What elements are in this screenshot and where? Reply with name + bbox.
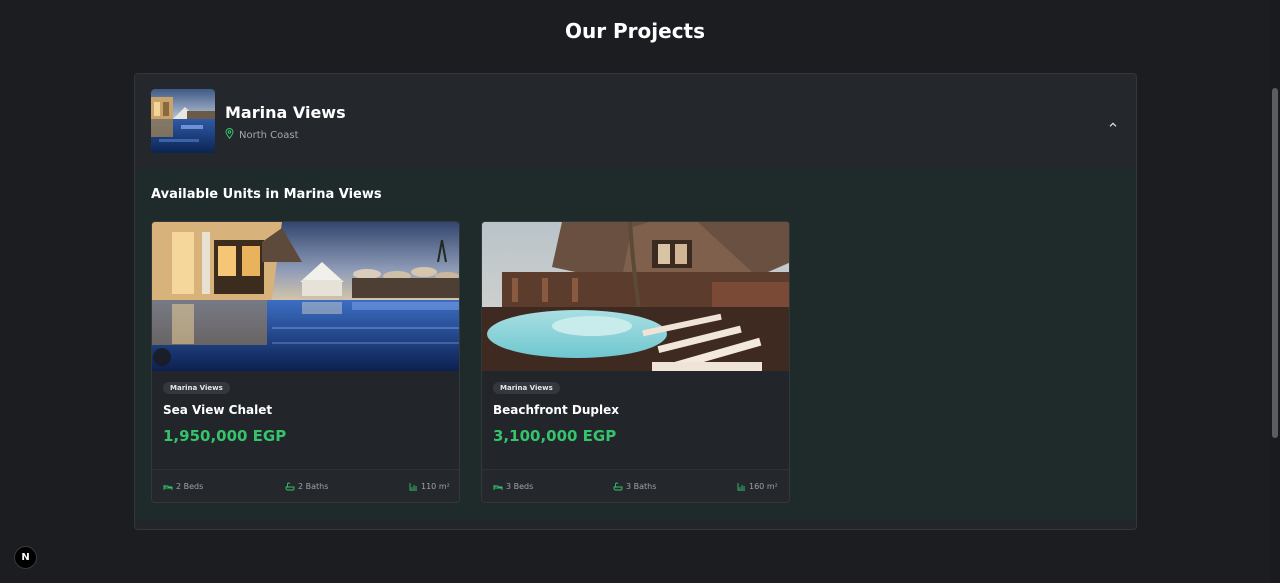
- unit-beds: 3 Beds: [493, 482, 533, 491]
- unit-features: 3 Beds 3 Baths 160 m²: [482, 469, 789, 502]
- page-scrollbar[interactable]: [1270, 0, 1280, 583]
- area-chart-icon: [737, 482, 746, 491]
- unit-price: 1,950,000 EGP: [163, 427, 287, 445]
- area-chart-icon: [409, 482, 418, 491]
- project-name: Marina Views: [225, 103, 346, 122]
- unit-area: 160 m²: [737, 482, 778, 491]
- project-accordion: Marina Views North Coast Available Units…: [134, 73, 1137, 530]
- unit-baths: 3 Baths: [613, 482, 656, 491]
- unit-beds: 2 Beds: [163, 482, 203, 491]
- location-pin-icon: [225, 128, 234, 142]
- unit-baths-label: 3 Baths: [626, 482, 657, 491]
- unit-area-label: 160 m²: [749, 482, 778, 491]
- unit-project-badge: Marina Views: [163, 382, 230, 394]
- project-location: North Coast: [225, 128, 299, 142]
- units-heading: Available Units in Marina Views: [151, 187, 382, 202]
- unit-image: [482, 222, 789, 371]
- project-location-label: North Coast: [239, 129, 299, 141]
- scrollbar-thumb[interactable]: [1272, 88, 1278, 438]
- chevron-up-icon: [1109, 112, 1117, 131]
- unit-baths: 2 Baths: [285, 482, 328, 491]
- unit-title: Sea View Chalet: [163, 403, 273, 417]
- unit-image: [152, 222, 459, 371]
- project-thumbnail: [151, 89, 215, 153]
- bed-icon: [163, 483, 173, 491]
- bath-icon: [285, 482, 295, 491]
- unit-area-label: 110 m²: [421, 482, 450, 491]
- units-section: Available Units in Marina Views Marina V…: [135, 170, 1136, 519]
- unit-beds-label: 2 Beds: [176, 482, 204, 491]
- unit-price: 3,100,000 EGP: [493, 427, 617, 445]
- unit-baths-label: 2 Baths: [298, 482, 329, 491]
- unit-beds-label: 3 Beds: [506, 482, 534, 491]
- bath-icon: [613, 482, 623, 491]
- project-header[interactable]: Marina Views North Coast: [135, 74, 1136, 170]
- unit-card[interactable]: Marina Views Sea View Chalet 1,950,000 E…: [151, 221, 460, 503]
- bed-icon: [493, 483, 503, 491]
- nextjs-dev-badge[interactable]: N: [14, 546, 37, 569]
- unit-project-badge: Marina Views: [493, 382, 560, 394]
- page-title: Our Projects: [564, 19, 706, 43]
- collapse-toggle-button[interactable]: [1106, 114, 1120, 128]
- unit-card[interactable]: Marina Views Beachfront Duplex 3,100,000…: [481, 221, 790, 503]
- unit-area: 110 m²: [409, 482, 450, 491]
- unit-title: Beachfront Duplex: [493, 403, 619, 417]
- unit-features: 2 Beds 2 Baths 110 m²: [152, 469, 459, 502]
